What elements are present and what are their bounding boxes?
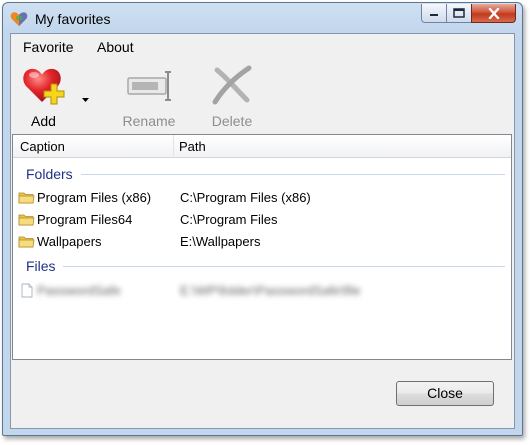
list-item[interactable]: Program Files64 C:\Program Files: [13, 210, 511, 230]
list-header: Caption Path: [13, 135, 511, 158]
maximize-button[interactable]: [446, 4, 472, 23]
item-caption: Program Files64: [37, 212, 133, 227]
group-header-files[interactable]: Files: [13, 258, 511, 276]
add-label: Add: [31, 113, 56, 129]
item-caption: Wallpapers: [37, 234, 102, 249]
minimize-button[interactable]: [421, 4, 447, 23]
minimize-icon: [430, 14, 438, 16]
file-icon: [21, 283, 33, 298]
delete-label: Delete: [211, 113, 253, 129]
column-header-caption[interactable]: Caption: [20, 139, 65, 154]
add-button[interactable]: Add: [15, 64, 72, 134]
favorites-list[interactable]: Caption Path Folders Program Files (x86)…: [12, 134, 512, 360]
column-divider[interactable]: [173, 135, 174, 156]
menu-favorite[interactable]: Favorite: [23, 39, 74, 55]
group-header-folders[interactable]: Folders: [13, 166, 511, 184]
item-path: E:\Wallpapers: [180, 234, 261, 249]
item-path: C:\Program Files: [180, 212, 278, 227]
list-item[interactable]: Program Files (x86) C:\Program Files (x8…: [13, 188, 511, 208]
menu-about[interactable]: About: [97, 39, 134, 55]
item-caption: PasswordSafe: [37, 283, 121, 298]
title-bar[interactable]: My favorites: [3, 3, 522, 33]
rename-button[interactable]: Rename: [115, 64, 183, 134]
folder-icon: [18, 236, 35, 248]
group-divider-line: [81, 174, 505, 175]
main-window: My favorites Favorite About Add Rename D…: [2, 2, 523, 436]
heart-add-icon: [23, 68, 65, 105]
close-button[interactable]: Close: [396, 381, 494, 406]
window-title: My favorites: [35, 11, 111, 27]
menu-bar: Favorite About: [11, 34, 514, 58]
delete-button[interactable]: Delete: [200, 64, 264, 134]
item-path: E:\WP\folder\PasswordSafe\file: [180, 283, 361, 298]
list-item[interactable]: PasswordSafe E:\WP\folder\PasswordSafe\f…: [13, 281, 511, 301]
toolbar: Add Rename Delete: [11, 58, 514, 132]
rename-label: Rename: [122, 113, 176, 129]
window-close-button[interactable]: [471, 4, 516, 23]
folder-icon: [18, 214, 35, 226]
list-item[interactable]: Wallpapers E:\Wallpapers: [13, 232, 511, 252]
rename-icon: [127, 71, 171, 101]
item-path: C:\Program Files (x86): [180, 190, 311, 205]
add-dropdown-arrow-icon[interactable]: [82, 98, 89, 102]
group-divider-line: [63, 266, 505, 267]
group-title: Files: [26, 258, 56, 274]
folder-icon: [18, 192, 35, 204]
delete-x-icon: [212, 65, 252, 105]
client-area: Favorite About Add Rename Delete Caption…: [10, 33, 515, 429]
close-x-icon: [488, 7, 499, 19]
caption-buttons: [421, 4, 516, 23]
item-caption: Program Files (x86): [37, 190, 152, 205]
maximize-icon: [453, 8, 465, 18]
app-heart-icon: [10, 12, 28, 26]
group-title: Folders: [26, 166, 73, 182]
column-header-path[interactable]: Path: [179, 139, 206, 154]
